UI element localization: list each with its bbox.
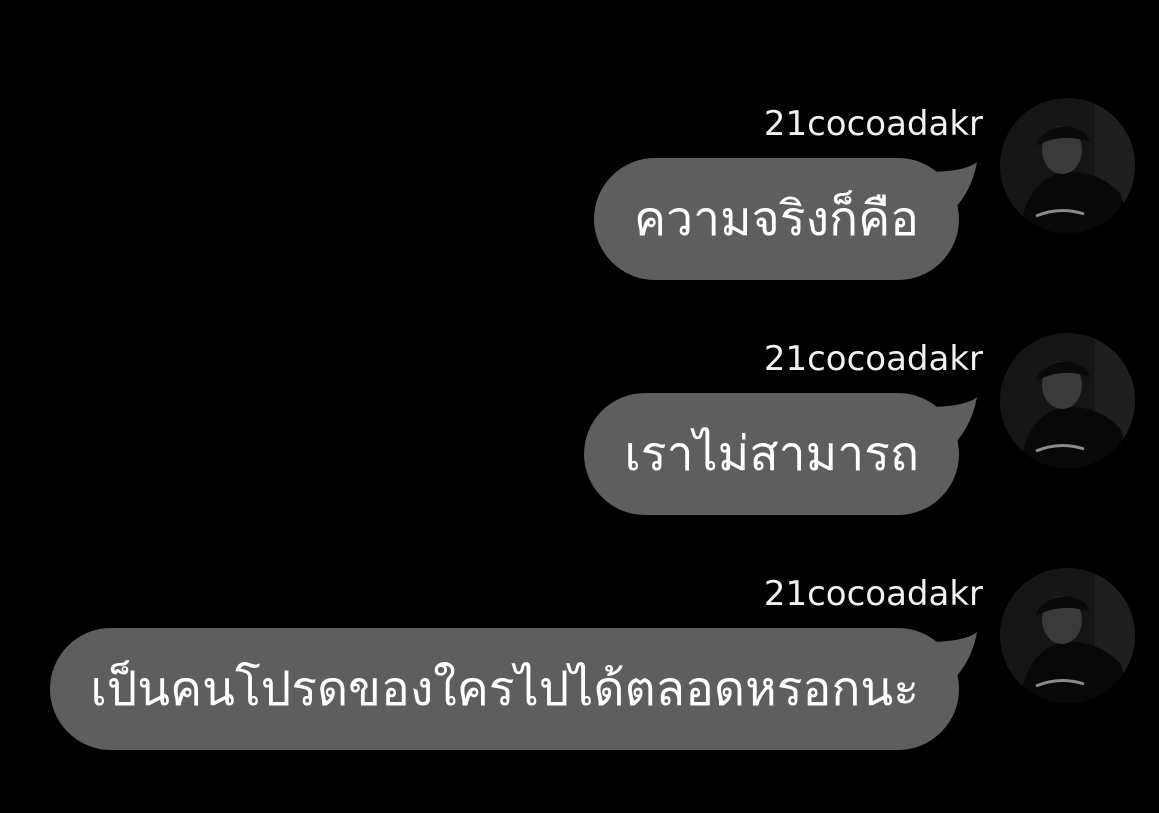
message-text: เราไม่สามารถ xyxy=(624,426,919,482)
avatar-photo-icon[interactable] xyxy=(1000,568,1135,703)
message-row: 21cocoadakr เป็นคนโปรดของใครไปได้ตลอดหรอ… xyxy=(0,568,1159,762)
message-bubble[interactable]: เป็นคนโปรดของใครไปได้ตลอดหรอกนะ xyxy=(50,628,959,750)
message-bubble[interactable]: ความจริงก็คือ xyxy=(594,158,959,280)
message-text: ความจริงก็คือ xyxy=(634,191,919,247)
message-bubble[interactable]: เราไม่สามารถ xyxy=(584,393,959,515)
sender-name: 21cocoadakr xyxy=(763,574,983,614)
sender-name: 21cocoadakr xyxy=(763,339,983,379)
message-row: 21cocoadakr ความจริงก็คือ xyxy=(0,98,1159,292)
message-row: 21cocoadakr เราไม่สามารถ xyxy=(0,333,1159,527)
avatar-photo-icon[interactable] xyxy=(1000,98,1135,233)
message-text: เป็นคนโปรดของใครไปได้ตลอดหรอกนะ xyxy=(90,661,919,717)
avatar-photo-icon[interactable] xyxy=(1000,333,1135,468)
sender-name: 21cocoadakr xyxy=(763,104,983,144)
